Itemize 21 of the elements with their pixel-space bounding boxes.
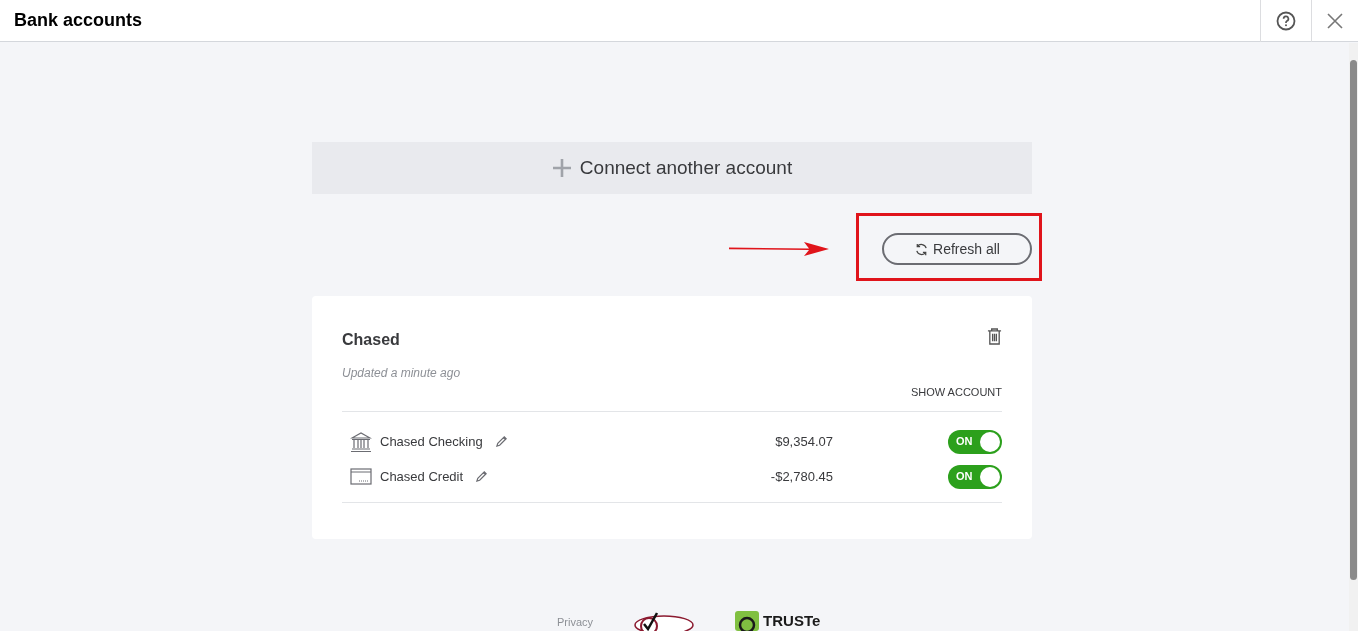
account-name: Chased Checking [380, 432, 483, 451]
account-balance: -$2,780.45 [769, 467, 833, 486]
help-icon[interactable] [1276, 10, 1296, 31]
show-account-link[interactable]: SHOW ACCOUNT [910, 384, 1002, 401]
refresh-all-button[interactable]: Refresh all [882, 233, 1032, 265]
window-title: Bank accounts [13, 9, 144, 32]
close-icon[interactable] [1327, 12, 1343, 29]
scrollbar[interactable] [1349, 43, 1358, 631]
account-name: Chased Credit [380, 467, 464, 486]
connect-account-button[interactable]: Connect another account [312, 142, 1032, 194]
bank-icon [350, 430, 372, 453]
edit-icon[interactable] [475, 470, 489, 483]
truste-label: TRUSTe [763, 613, 821, 628]
account-balance: $9,354.07 [774, 432, 833, 451]
trash-icon[interactable] [987, 328, 1002, 345]
bank-name: Chased [342, 330, 400, 350]
updated-time: Updated a minute ago [342, 365, 462, 382]
credit-card-icon [350, 467, 372, 486]
edit-icon[interactable] [494, 435, 508, 448]
refresh-icon [914, 241, 930, 257]
plus-icon [551, 158, 572, 178]
